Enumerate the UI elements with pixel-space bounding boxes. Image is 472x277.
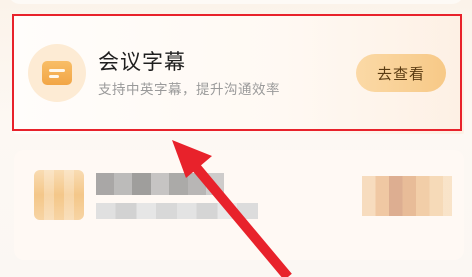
blurred-item-button[interactable]	[362, 176, 452, 216]
previous-card-edge	[8, 0, 464, 4]
feature-description: 支持中英字幕，提升沟通效率	[98, 82, 280, 98]
blurred-item-description	[96, 203, 258, 219]
feature-title: 会议字幕	[98, 50, 186, 74]
blurred-item-icon	[34, 170, 84, 220]
view-button[interactable]: 去查看	[356, 54, 446, 92]
feature-icon-circle	[28, 44, 86, 102]
blurred-item-title	[96, 173, 224, 195]
subtitle-icon-line	[49, 75, 59, 78]
subtitle-icon-line	[49, 69, 65, 72]
subtitle-icon	[42, 61, 72, 85]
